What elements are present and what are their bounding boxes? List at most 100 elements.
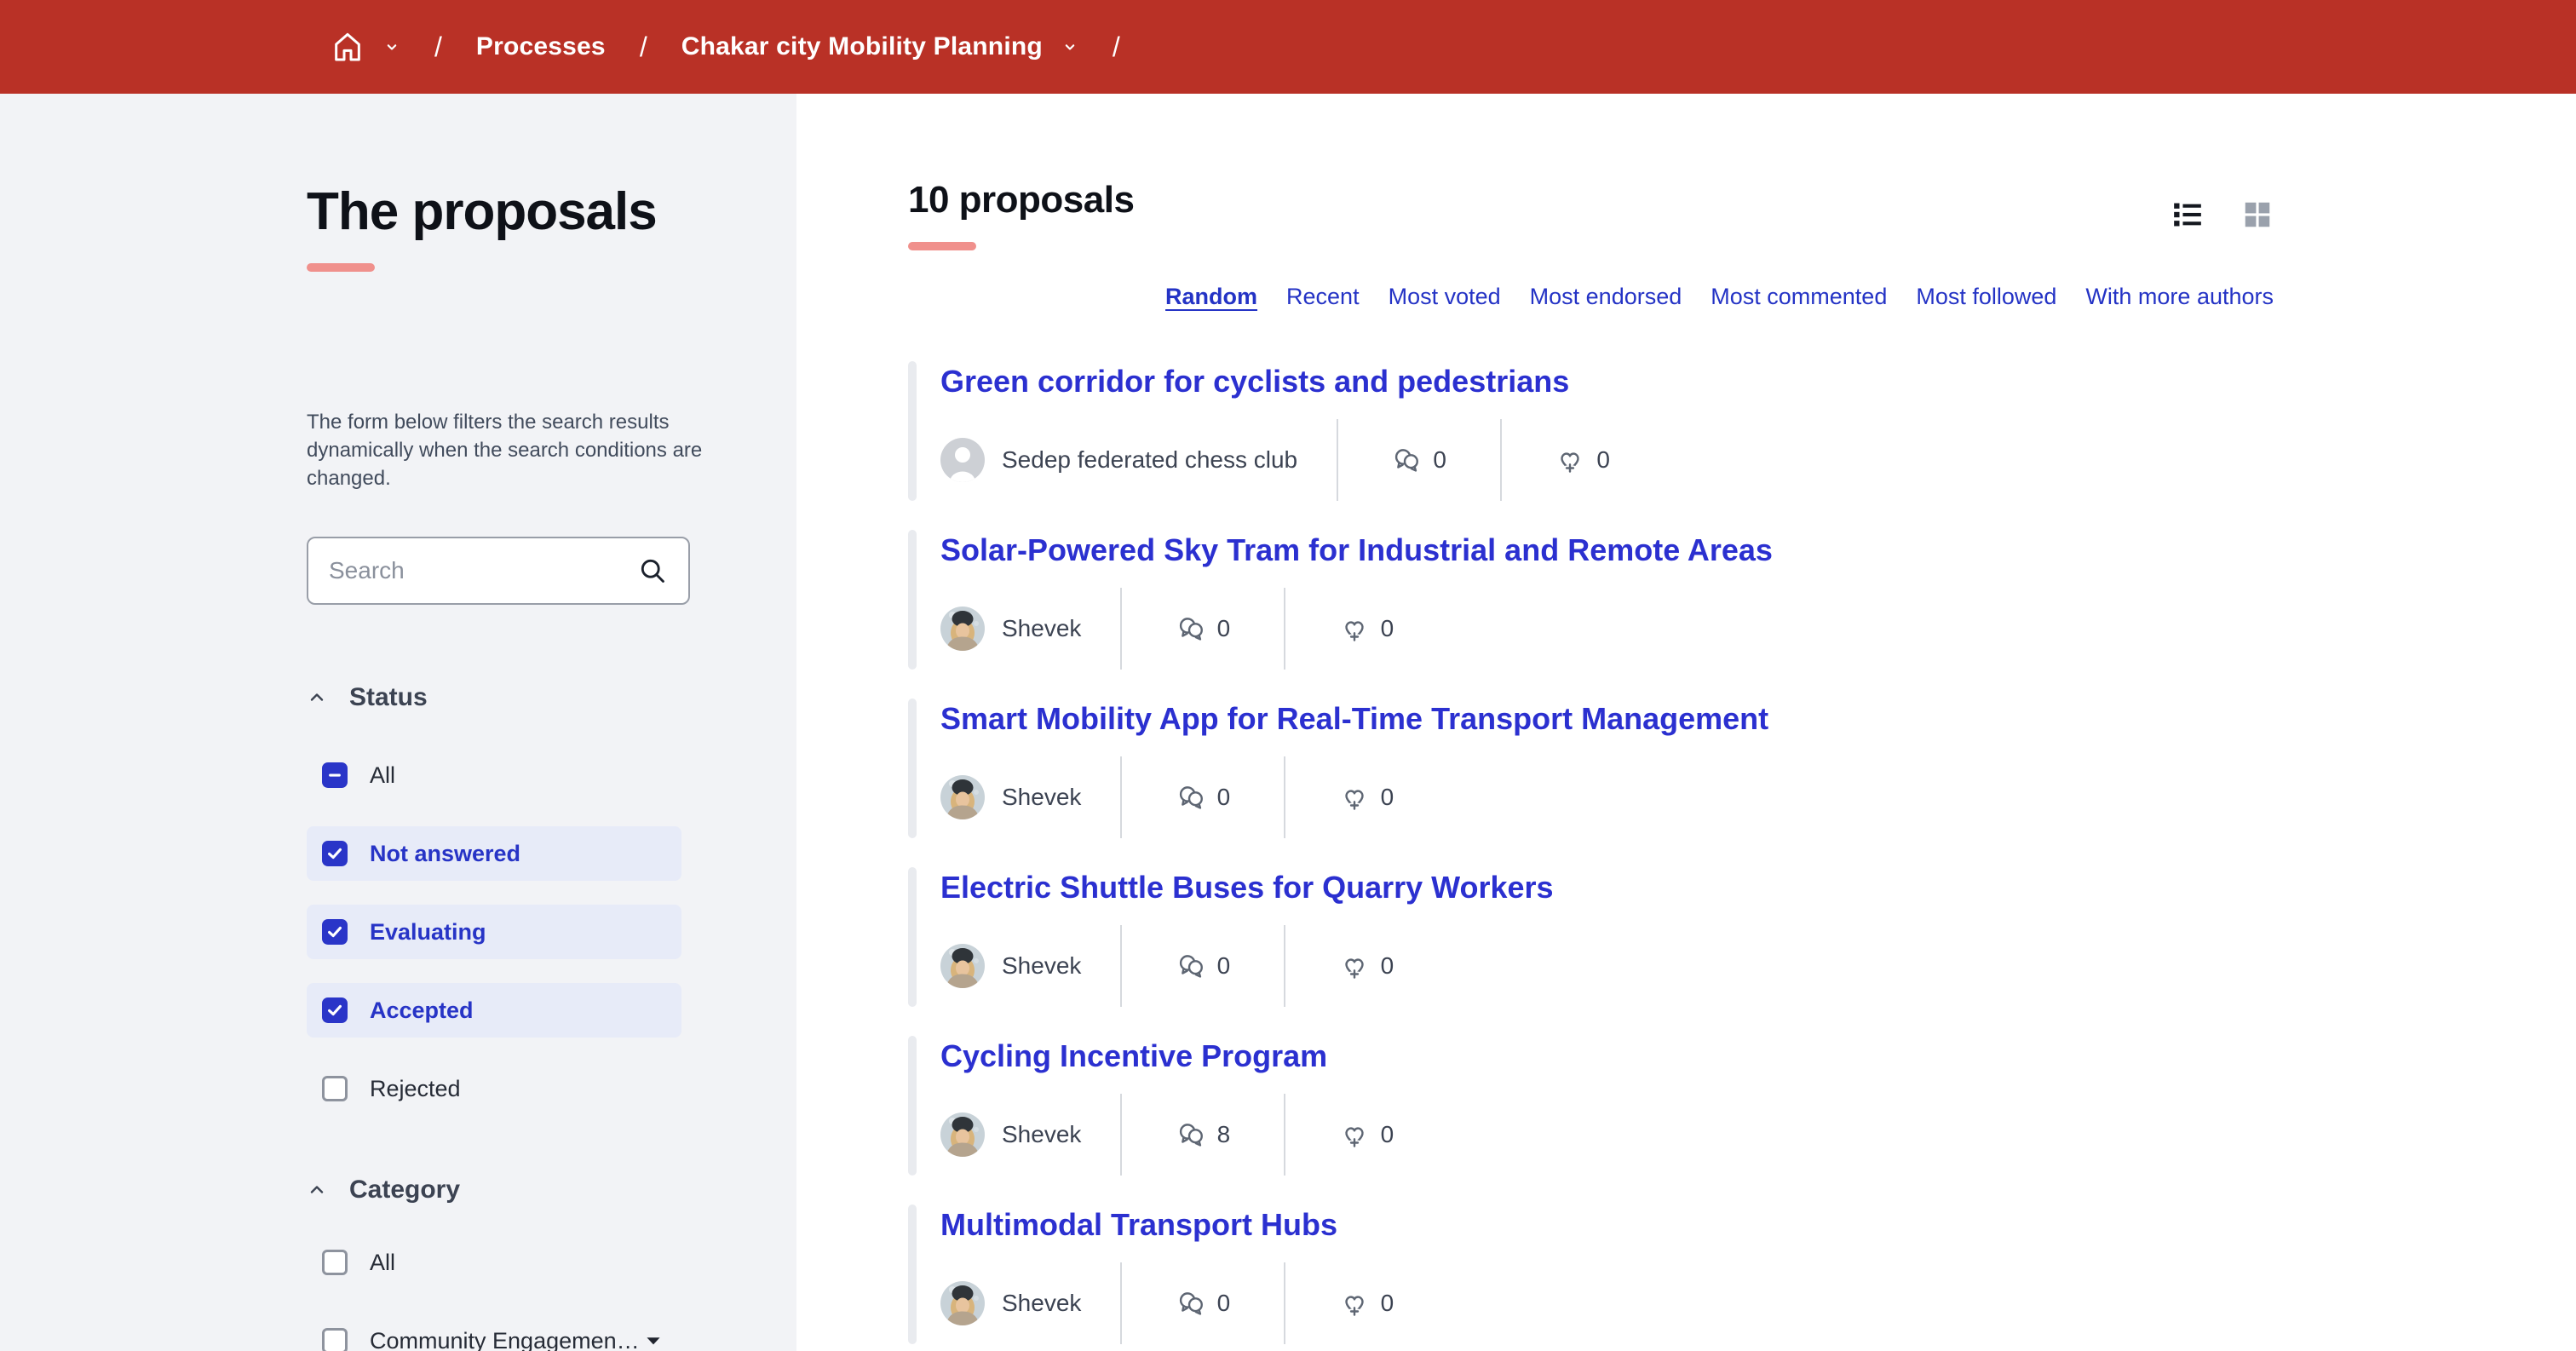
endorsements-cell: 0 bbox=[1285, 588, 1447, 670]
comments-icon bbox=[1176, 951, 1205, 980]
proposal-title-link[interactable]: Cycling Incentive Program bbox=[940, 1036, 1327, 1077]
author-avatar bbox=[940, 1281, 985, 1325]
search-icon[interactable] bbox=[637, 555, 668, 586]
home-dropdown-chevron-icon[interactable] bbox=[383, 38, 400, 55]
breadcrumb-separator: / bbox=[640, 32, 647, 63]
filter-option-label[interactable]: Rejected bbox=[370, 1076, 461, 1102]
author-name: Shevek bbox=[1002, 952, 1081, 980]
proposal-title-link[interactable]: Smart Mobility App for Real-Time Transpo… bbox=[940, 698, 1768, 739]
checkbox[interactable] bbox=[322, 841, 348, 866]
breadcrumb-link-process[interactable]: Chakar city Mobility Planning bbox=[681, 32, 1043, 61]
filter-option-row[interactable]: Evaluating bbox=[307, 905, 681, 959]
filter-option-label[interactable]: Community Engagement a… bbox=[370, 1328, 642, 1351]
endorsements-count: 0 bbox=[1381, 1290, 1394, 1317]
filter-option-label[interactable]: Evaluating bbox=[370, 919, 486, 946]
filter-option-row[interactable]: Rejected bbox=[307, 1061, 681, 1116]
sort-option-link[interactable]: With more authors bbox=[2085, 279, 2274, 313]
comments-cell: 0 bbox=[1122, 588, 1284, 670]
card-left-bar bbox=[908, 1036, 917, 1176]
category-options: All Community Engagement a… bbox=[307, 1235, 716, 1351]
endorsements-cell: 0 bbox=[1285, 1262, 1447, 1344]
author-avatar bbox=[940, 775, 985, 819]
sort-option-link[interactable]: Most voted bbox=[1389, 279, 1501, 313]
heading-accent-underline bbox=[908, 242, 976, 250]
category-dropdown-caret-icon[interactable] bbox=[642, 1330, 664, 1351]
filter-option-row[interactable]: Accepted bbox=[307, 983, 681, 1038]
comments-count: 8 bbox=[1217, 1121, 1231, 1148]
proposal-author: Shevek bbox=[940, 588, 1120, 670]
filter-option-row[interactable]: All bbox=[307, 748, 681, 802]
endorsements-cell: 0 bbox=[1285, 756, 1447, 838]
process-dropdown-chevron-icon[interactable] bbox=[1061, 38, 1078, 55]
proposal-meta: Shevek 0 bbox=[940, 756, 1768, 838]
top-navigation-bar: / Processes / Chakar city Mobility Plann… bbox=[0, 0, 2576, 94]
checkbox[interactable] bbox=[322, 762, 348, 788]
proposal-title-link[interactable]: Solar-Powered Sky Tram for Industrial an… bbox=[940, 530, 1773, 571]
comments-count: 0 bbox=[1217, 952, 1231, 980]
grid-view-icon[interactable] bbox=[2241, 198, 2274, 231]
comments-icon bbox=[1392, 446, 1421, 474]
chevron-up-icon bbox=[307, 687, 327, 708]
proposal-author: Shevek bbox=[940, 1262, 1120, 1344]
proposals-count-heading: 10 proposals bbox=[908, 179, 1134, 221]
endorsements-heart-icon bbox=[1340, 1289, 1369, 1318]
comments-cell: 0 bbox=[1122, 1262, 1284, 1344]
filter-option-label[interactable]: All bbox=[370, 1250, 395, 1276]
home-button[interactable] bbox=[331, 30, 365, 64]
author-avatar bbox=[940, 944, 985, 988]
checkbox[interactable] bbox=[322, 1076, 348, 1101]
endorsements-cell: 0 bbox=[1502, 419, 1664, 501]
filter-option-label[interactable]: Not answered bbox=[370, 841, 520, 867]
author-name: Shevek bbox=[1002, 784, 1081, 811]
proposal-meta: Shevek 8 bbox=[940, 1094, 1447, 1176]
comments-cell: 0 bbox=[1122, 756, 1284, 838]
breadcrumb-link-processes[interactable]: Processes bbox=[476, 32, 606, 61]
breadcrumb-separator: / bbox=[1113, 32, 1120, 63]
sort-option-link[interactable]: Most commented bbox=[1711, 279, 1887, 313]
category-section-title: Category bbox=[349, 1176, 460, 1204]
status-section-header[interactable]: Status bbox=[307, 683, 716, 712]
sort-option-link[interactable]: Random bbox=[1165, 279, 1257, 313]
endorsements-cell: 0 bbox=[1285, 925, 1447, 1007]
filter-option-row[interactable]: All bbox=[307, 1235, 681, 1290]
proposal-title-link[interactable]: Multimodal Transport Hubs bbox=[940, 1204, 1337, 1245]
filter-option-label[interactable]: Accepted bbox=[370, 997, 474, 1024]
checkbox[interactable] bbox=[322, 997, 348, 1023]
proposal-card: Cycling Incentive Program Shevek bbox=[908, 1036, 2274, 1176]
list-view-icon[interactable] bbox=[2171, 198, 2204, 231]
comments-cell: 8 bbox=[1122, 1094, 1284, 1176]
checkbox[interactable] bbox=[322, 1250, 348, 1275]
comments-cell: 0 bbox=[1338, 419, 1500, 501]
author-name: Sedep federated chess club bbox=[1002, 446, 1297, 474]
breadcrumb: / Processes / Chakar city Mobility Plann… bbox=[331, 30, 1154, 64]
filter-option-row[interactable]: Community Engagement a… bbox=[307, 1314, 681, 1351]
endorsements-heart-icon bbox=[1340, 951, 1369, 980]
proposal-card: Smart Mobility App for Real-Time Transpo… bbox=[908, 698, 2274, 838]
proposal-title-link[interactable]: Electric Shuttle Buses for Quarry Worker… bbox=[940, 867, 1554, 908]
category-section-header[interactable]: Category bbox=[307, 1176, 716, 1204]
author-avatar bbox=[940, 1112, 985, 1157]
proposal-title-link[interactable]: Green corridor for cyclists and pedestri… bbox=[940, 361, 1569, 402]
card-left-bar bbox=[908, 530, 917, 670]
filter-option-row[interactable]: Not answered bbox=[307, 826, 681, 881]
sort-option-link[interactable]: Most followed bbox=[1916, 279, 2056, 313]
comments-icon bbox=[1176, 783, 1205, 812]
checkbox[interactable] bbox=[322, 1328, 348, 1351]
proposal-card: Multimodal Transport Hubs Shevek bbox=[908, 1204, 2274, 1344]
checkbox[interactable] bbox=[322, 919, 348, 945]
author-name: Shevek bbox=[1002, 615, 1081, 642]
search-input[interactable] bbox=[329, 557, 637, 584]
filter-option-label[interactable]: All bbox=[370, 762, 395, 789]
proposal-meta: Shevek 0 bbox=[940, 1262, 1447, 1344]
card-left-bar bbox=[908, 698, 917, 838]
comments-icon bbox=[1176, 614, 1205, 643]
endorsements-count: 0 bbox=[1381, 1121, 1394, 1148]
sort-option-link[interactable]: Most endorsed bbox=[1530, 279, 1682, 313]
status-section-title: Status bbox=[349, 683, 428, 712]
sort-option-link[interactable]: Recent bbox=[1286, 279, 1360, 313]
sort-options-row: Random Recent Most voted Most endorsed M… bbox=[908, 279, 2274, 313]
proposal-card: Electric Shuttle Buses for Quarry Worker… bbox=[908, 867, 2274, 1007]
proposal-card: Solar-Powered Sky Tram for Industrial an… bbox=[908, 530, 2274, 670]
comments-icon bbox=[1176, 1289, 1205, 1318]
endorsements-heart-icon bbox=[1340, 783, 1369, 812]
